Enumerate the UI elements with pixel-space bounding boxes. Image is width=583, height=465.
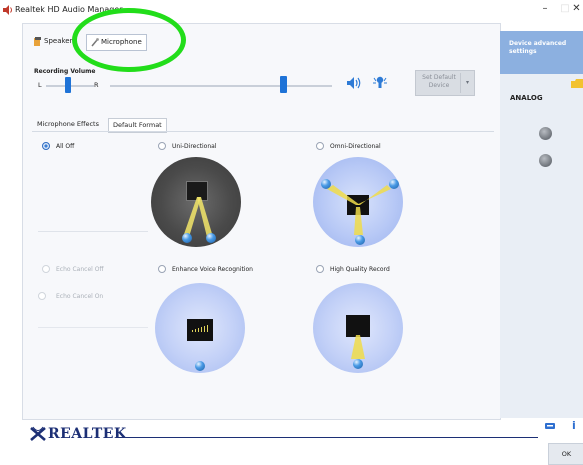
speaker-icon: [34, 36, 41, 46]
high-quality-record-label: High Quality Record: [330, 266, 390, 273]
speaker-volume-icon[interactable]: [346, 76, 362, 90]
info-i-icon[interactable]: i: [572, 419, 580, 433]
omni-directional-illustration: [313, 157, 403, 247]
uni-directional-illustration: [151, 157, 241, 247]
listener-sphere: [321, 179, 331, 189]
divider: [38, 231, 148, 232]
info-icon[interactable]: [545, 420, 557, 432]
ok-button[interactable]: OK: [548, 443, 583, 465]
radio-uni-directional[interactable]: [158, 142, 166, 150]
volume-slider-track[interactable]: [110, 85, 332, 87]
close-button[interactable]: ✕: [570, 2, 583, 16]
set-default-device-button[interactable]: Set Default Device ▾: [415, 70, 475, 96]
minimize-button[interactable]: –: [536, 2, 554, 16]
radio-enhance-voice-recognition[interactable]: [158, 265, 166, 273]
listener-sphere: [389, 179, 399, 189]
divider: [38, 327, 148, 328]
folder-icon[interactable]: [571, 79, 583, 88]
echo-cancel-off-label: Echo Cancel Off: [56, 266, 104, 273]
analog-jack-2[interactable]: [539, 154, 552, 167]
omni-directional-label: Omni-Directional: [330, 143, 381, 150]
realtek-logo-icon: [30, 426, 46, 441]
high-quality-record-illustration: [313, 283, 403, 373]
balance-left-label: L: [38, 81, 42, 89]
radio-all-off[interactable]: [42, 142, 50, 150]
brand-divider: [118, 437, 538, 438]
balance-slider-thumb[interactable]: [64, 77, 71, 93]
radio-high-quality-record[interactable]: [316, 265, 324, 273]
balance-right-label: R: [94, 81, 99, 89]
device-settings-panel: [500, 31, 583, 418]
uni-directional-label: Uni-Directional: [172, 143, 217, 150]
radio-echo-cancel-off[interactable]: [42, 265, 50, 273]
all-off-label: All Off: [56, 143, 75, 150]
set-default-device-label: Set Default Device: [422, 74, 456, 89]
radio-echo-cancel-on[interactable]: [38, 292, 46, 300]
device-advanced-settings-link[interactable]: Device advanced settings: [509, 40, 569, 56]
volume-slider-thumb[interactable]: [280, 76, 288, 93]
laptop-icon: [346, 315, 370, 337]
echo-cancel-on-label: Echo Cancel On: [56, 293, 104, 300]
beam-icon: [351, 335, 365, 359]
enhance-voice-illustration: [155, 283, 245, 373]
beam-icon: [327, 185, 391, 235]
enhance-voice-label: Enhance Voice Recognition: [172, 266, 253, 273]
highlight-circle: [72, 8, 186, 72]
waveform-icon: [192, 325, 208, 332]
speaker-app-icon: [3, 5, 12, 15]
listener-sphere: [206, 233, 216, 243]
recording-volume-label: Recording Volume: [34, 68, 96, 75]
radio-omni-directional[interactable]: [316, 142, 324, 150]
tab-microphone-effects[interactable]: Microphone Effects: [33, 118, 103, 131]
microphone-boost-icon[interactable]: [372, 75, 388, 91]
realtek-logo-text: REALTEK: [48, 426, 127, 442]
analog-jack-1[interactable]: [539, 127, 552, 140]
listener-sphere: [195, 361, 205, 371]
chevron-down-icon[interactable]: ▾: [460, 73, 474, 93]
listener-sphere: [182, 233, 192, 243]
analog-label: ANALOG: [510, 94, 543, 102]
listener-sphere: [355, 235, 365, 245]
tab-divider: [32, 131, 494, 132]
listener-sphere: [353, 359, 363, 369]
